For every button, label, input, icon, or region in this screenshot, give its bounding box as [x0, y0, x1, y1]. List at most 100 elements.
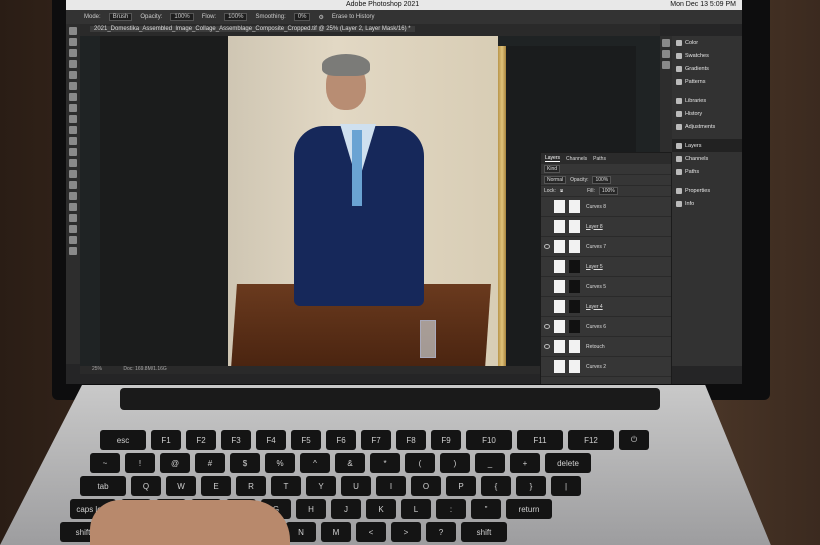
eye-icon[interactable] — [544, 324, 550, 329]
key[interactable]: F6 — [326, 430, 356, 450]
key[interactable]: ? — [426, 522, 456, 542]
history-brush-icon[interactable] — [69, 126, 77, 134]
key[interactable]: @ — [160, 453, 190, 473]
key[interactable]: ) — [440, 453, 470, 473]
panel-gradients[interactable]: Gradients — [672, 62, 742, 75]
key[interactable]: M — [321, 522, 351, 542]
key[interactable]: > — [391, 522, 421, 542]
layer-opacity-field[interactable]: 100% — [592, 176, 612, 184]
key[interactable]: tab — [80, 476, 126, 496]
layer-row[interactable]: Retouch — [541, 337, 671, 357]
panel-color[interactable]: Color — [672, 36, 742, 49]
fill-field[interactable]: 100% — [598, 187, 618, 195]
layer-row[interactable]: Curves 5 — [541, 277, 671, 297]
key[interactable]: ^ — [300, 453, 330, 473]
key[interactable]: T — [271, 476, 301, 496]
eye-icon[interactable] — [544, 204, 550, 209]
eye-icon[interactable] — [544, 344, 550, 349]
key[interactable]: E — [201, 476, 231, 496]
key[interactable]: { — [481, 476, 511, 496]
pen-tool-icon[interactable] — [69, 181, 77, 189]
eye-icon[interactable] — [544, 244, 550, 249]
key[interactable]: I — [376, 476, 406, 496]
key[interactable]: & — [335, 453, 365, 473]
key[interactable]: # — [195, 453, 225, 473]
tool-presets-icon[interactable] — [662, 50, 670, 58]
erase-history-checkbox[interactable]: Erase to History — [332, 14, 375, 20]
key[interactable]: F8 — [396, 430, 426, 450]
type-tool-icon[interactable] — [69, 192, 77, 200]
key[interactable]: ~ — [90, 453, 120, 473]
path-select-icon[interactable] — [69, 203, 77, 211]
opacity-field[interactable]: 100% — [170, 13, 194, 21]
key[interactable]: ( — [405, 453, 435, 473]
play-icon[interactable] — [662, 39, 670, 47]
eye-icon[interactable] — [544, 264, 550, 269]
photo-canvas[interactable] — [228, 36, 498, 368]
key[interactable]: N — [286, 522, 316, 542]
eye-icon[interactable] — [544, 364, 550, 369]
marquee-tool-icon[interactable] — [69, 38, 77, 46]
crop-tool-icon[interactable] — [69, 71, 77, 79]
panel-paths[interactable]: Paths — [672, 165, 742, 178]
kind-filter[interactable]: Kind — [544, 165, 561, 173]
mode-select[interactable]: Brush — [108, 13, 133, 21]
healing-tool-icon[interactable] — [69, 93, 77, 101]
key[interactable]: | — [551, 476, 581, 496]
layer-mask-thumbnail[interactable] — [569, 340, 580, 353]
blur-tool-icon[interactable] — [69, 159, 77, 167]
key[interactable]: ⏻ — [619, 430, 649, 450]
key[interactable]: " — [471, 499, 501, 519]
layer-mask-thumbnail[interactable] — [569, 220, 580, 233]
panel-layers[interactable]: Layers — [672, 139, 742, 152]
tab-channels[interactable]: Channels — [566, 156, 587, 162]
lock-icon[interactable]: ⧈ — [560, 188, 563, 194]
key[interactable]: F9 — [431, 430, 461, 450]
wand-tool-icon[interactable] — [69, 60, 77, 68]
zoom-level[interactable]: 25% — [92, 366, 102, 372]
zoom-tool-icon[interactable] — [69, 236, 77, 244]
key[interactable]: : — [436, 499, 466, 519]
key[interactable]: F11 — [517, 430, 563, 450]
panel-history[interactable]: History — [672, 107, 742, 120]
layer-row[interactable]: Curves 7 — [541, 237, 671, 257]
panel-libraries[interactable]: Libraries — [672, 94, 742, 107]
stamp-tool-icon[interactable] — [69, 115, 77, 123]
gradient-tool-icon[interactable] — [69, 148, 77, 156]
key[interactable]: F10 — [466, 430, 512, 450]
key[interactable]: P — [446, 476, 476, 496]
key[interactable]: + — [510, 453, 540, 473]
eye-icon[interactable] — [544, 224, 550, 229]
key[interactable]: F7 — [361, 430, 391, 450]
paragraph-icon[interactable] — [662, 61, 670, 69]
key[interactable]: K — [366, 499, 396, 519]
key[interactable]: F5 — [291, 430, 321, 450]
layer-mask-thumbnail[interactable] — [569, 300, 580, 313]
layer-mask-thumbnail[interactable] — [569, 280, 580, 293]
key[interactable]: Y — [306, 476, 336, 496]
hand-tool-icon[interactable] — [69, 225, 77, 233]
gear-icon[interactable]: ⚙ — [318, 14, 323, 21]
panel-info[interactable]: Info — [672, 197, 742, 210]
key[interactable]: delete — [545, 453, 591, 473]
flow-field[interactable]: 100% — [224, 13, 248, 21]
key[interactable]: $ — [230, 453, 260, 473]
lasso-tool-icon[interactable] — [69, 49, 77, 57]
key[interactable]: % — [265, 453, 295, 473]
layer-row[interactable]: Layer 8 — [541, 217, 671, 237]
layer-row[interactable]: Curves 6 — [541, 317, 671, 337]
layer-row[interactable]: Layer 5 — [541, 257, 671, 277]
key[interactable]: F12 — [568, 430, 614, 450]
key[interactable]: F4 — [256, 430, 286, 450]
layer-mask-thumbnail[interactable] — [569, 260, 580, 273]
key[interactable]: Q — [131, 476, 161, 496]
key[interactable]: F3 — [221, 430, 251, 450]
eraser-tool-icon[interactable] — [69, 137, 77, 145]
move-tool-icon[interactable] — [69, 27, 77, 35]
key[interactable]: L — [401, 499, 431, 519]
document-tab[interactable]: 2021_Domestika_Assembled_Image_Collage_A… — [90, 26, 415, 32]
tab-paths[interactable]: Paths — [593, 156, 606, 162]
smoothing-field[interactable]: 0% — [293, 13, 311, 21]
color-swatch-icon[interactable] — [69, 247, 77, 255]
key[interactable]: U — [341, 476, 371, 496]
